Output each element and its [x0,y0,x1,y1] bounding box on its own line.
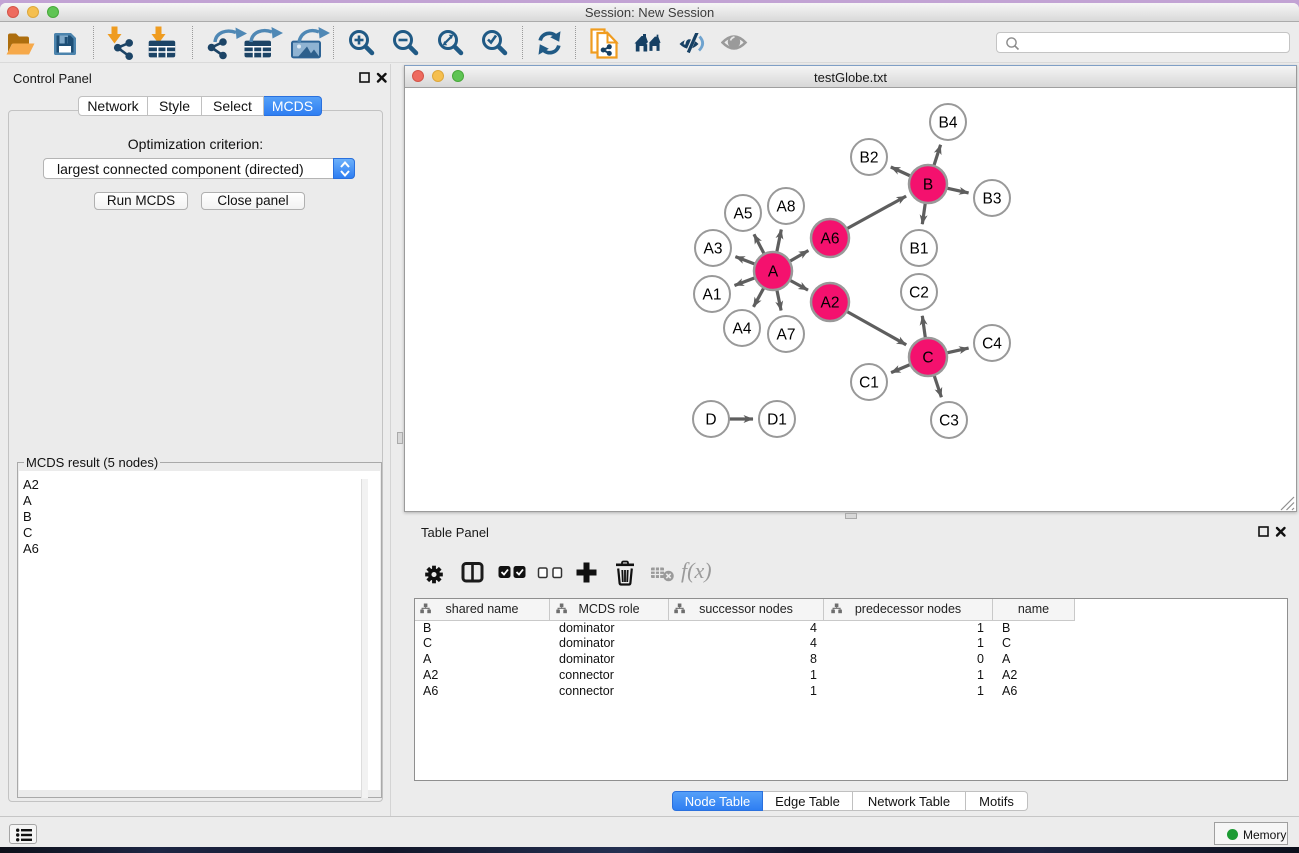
svg-text:C2: C2 [909,285,929,302]
svg-text:B4: B4 [939,115,958,132]
svg-text:B: B [923,177,933,194]
svg-text:D1: D1 [767,412,787,429]
svg-text:C: C [922,350,933,367]
svg-text:A1: A1 [703,287,722,304]
svg-text:C4: C4 [982,336,1002,353]
svg-text:A8: A8 [777,199,796,216]
svg-text:C3: C3 [939,413,959,430]
svg-text:A2: A2 [821,295,840,312]
svg-text:B2: B2 [860,150,879,167]
svg-text:A6: A6 [821,231,840,248]
svg-text:A3: A3 [704,241,723,258]
svg-text:B3: B3 [983,191,1002,208]
svg-text:C1: C1 [859,375,879,392]
svg-text:A4: A4 [733,321,752,338]
svg-text:A5: A5 [734,206,753,223]
svg-text:B1: B1 [910,241,929,258]
svg-text:D: D [705,412,716,429]
svg-text:A: A [768,264,779,281]
svg-text:A7: A7 [777,327,796,344]
